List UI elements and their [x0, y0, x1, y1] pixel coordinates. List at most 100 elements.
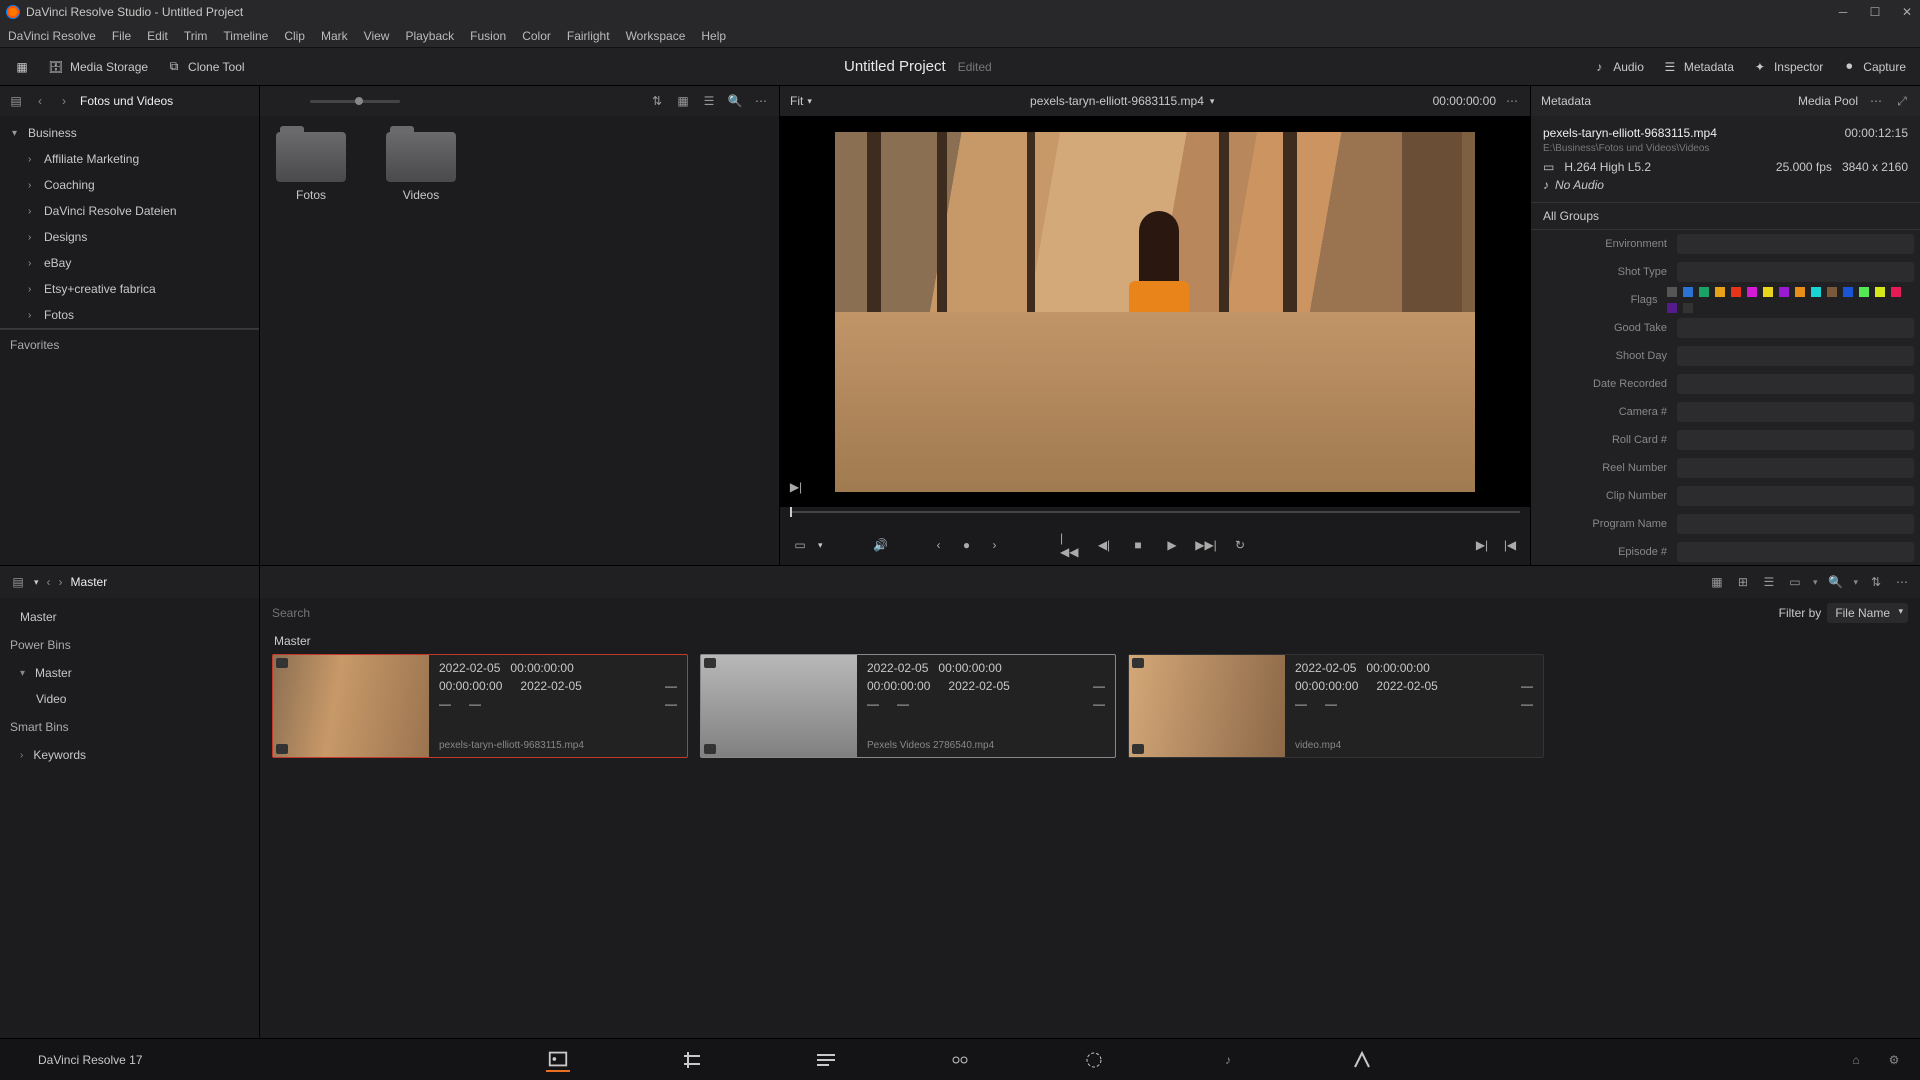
- menu-davinci-resolve[interactable]: DaVinci Resolve: [8, 29, 96, 43]
- bins-fwd[interactable]: ›: [59, 575, 63, 589]
- menu-help[interactable]: Help: [701, 29, 726, 43]
- fusion-page-button[interactable]: [948, 1048, 972, 1072]
- jog-back-icon[interactable]: ‹: [929, 535, 949, 555]
- menu-playback[interactable]: Playback: [405, 29, 454, 43]
- home-button[interactable]: ⌂: [1844, 1048, 1868, 1072]
- video-preview[interactable]: ▶|: [780, 116, 1530, 507]
- power-bin-master[interactable]: ▾Master: [0, 660, 259, 686]
- thumbnail-size-slider[interactable]: [310, 100, 400, 103]
- go-end-button[interactable]: ▶▶|: [1196, 535, 1216, 555]
- power-bin-video[interactable]: Video: [0, 686, 259, 712]
- media-pool-tab[interactable]: Media Pool: [1798, 94, 1858, 108]
- bins-back[interactable]: ‹: [47, 575, 51, 589]
- zoom-fit-dropdown[interactable]: Fit▾: [790, 94, 812, 108]
- match-frame-icon[interactable]: ▶|: [1472, 535, 1492, 555]
- viewer-clip-name[interactable]: pexels-taryn-elliott-9683115.mp4: [1030, 94, 1204, 108]
- pool-sort-icon[interactable]: ⇅: [1868, 574, 1884, 590]
- tree-item-davinci-resolve-dateien[interactable]: ›DaVinci Resolve Dateien: [0, 198, 259, 224]
- close-button[interactable]: ✕: [1900, 5, 1914, 19]
- pool-view-mode-icon[interactable]: ▭: [1787, 574, 1803, 590]
- viewer-options-icon[interactable]: ⋯: [1504, 93, 1520, 109]
- filter-dropdown[interactable]: File Name: [1827, 603, 1908, 623]
- menu-file[interactable]: File: [112, 29, 131, 43]
- folder-videos[interactable]: Videos: [386, 132, 456, 202]
- pool-thumbview-icon[interactable]: ▦: [1709, 574, 1725, 590]
- go-start-button[interactable]: |◀◀: [1060, 535, 1080, 555]
- grid-view-icon[interactable]: ▦: [675, 93, 691, 109]
- play-button[interactable]: ▶: [1162, 535, 1182, 555]
- tree-item-fotos-und-videos[interactable]: ▾Fotos und Videos: [0, 328, 259, 329]
- menu-fusion[interactable]: Fusion: [470, 29, 506, 43]
- step-back-button[interactable]: ◀|: [1094, 535, 1114, 555]
- maximize-button[interactable]: ☐: [1868, 5, 1882, 19]
- tree-item-affiliate-marketing[interactable]: ›Affiliate Marketing: [0, 146, 259, 172]
- bins-sidebar-icon[interactable]: ▤: [10, 574, 26, 590]
- pool-listview-icon[interactable]: ☰: [1761, 574, 1777, 590]
- search-input[interactable]: [272, 606, 1767, 620]
- layout-toggle[interactable]: ▦: [14, 59, 30, 75]
- menu-color[interactable]: Color: [522, 29, 551, 43]
- pool-options-icon[interactable]: ⋯: [1894, 574, 1910, 590]
- viewer-timecode[interactable]: 00:00:00:00: [1433, 94, 1496, 108]
- pool-stripview-icon[interactable]: ⊞: [1735, 574, 1751, 590]
- scrubber[interactable]: [780, 507, 1530, 525]
- fairlight-page-button[interactable]: ♪: [1216, 1048, 1240, 1072]
- mark-in-icon[interactable]: ▶|: [786, 477, 806, 497]
- menu-view[interactable]: View: [364, 29, 390, 43]
- color-page-button[interactable]: [1082, 1048, 1106, 1072]
- jog-dot-icon[interactable]: ●: [957, 535, 977, 555]
- master-label[interactable]: Master: [71, 575, 108, 589]
- tree-item-fotos[interactable]: ›Fotos: [0, 302, 259, 328]
- metadata-group[interactable]: All Groups: [1531, 203, 1920, 230]
- deliver-page-button[interactable]: [1350, 1048, 1374, 1072]
- viewer-mode-icon[interactable]: ▭: [790, 535, 810, 555]
- tree-item-ebay[interactable]: ›eBay: [0, 250, 259, 276]
- nav-forward-button[interactable]: ›: [56, 94, 72, 108]
- tree-item-coaching[interactable]: ›Coaching: [0, 172, 259, 198]
- menu-edit[interactable]: Edit: [147, 29, 168, 43]
- inspector-panel-button[interactable]: ✦Inspector: [1752, 59, 1823, 75]
- sort-icon[interactable]: ⇅: [649, 93, 665, 109]
- flag-swatches[interactable]: [1667, 284, 1914, 316]
- stop-button[interactable]: ■: [1128, 535, 1148, 555]
- jog-fwd-icon[interactable]: ›: [985, 535, 1005, 555]
- audio-panel-button[interactable]: ♪Audio: [1591, 59, 1644, 75]
- menu-workspace[interactable]: Workspace: [626, 29, 686, 43]
- minimize-button[interactable]: ─: [1836, 5, 1850, 19]
- nav-back-button[interactable]: ‹: [32, 94, 48, 108]
- settings-button[interactable]: ⚙: [1882, 1048, 1906, 1072]
- search-icon[interactable]: 🔍: [727, 93, 743, 109]
- pool-search-icon[interactable]: 🔍: [1827, 574, 1843, 590]
- metadata-panel-button[interactable]: ☰Metadata: [1662, 59, 1734, 75]
- clip-item[interactable]: 2022-02-0500:00:00:0000:00:00:002022-02-…: [272, 654, 688, 758]
- menu-timeline[interactable]: Timeline: [223, 29, 268, 43]
- folder-fotos[interactable]: Fotos: [276, 132, 346, 202]
- tree-item-business[interactable]: ▾Business: [0, 120, 259, 146]
- media-page-button[interactable]: [546, 1048, 570, 1072]
- sidebar-toggle-icon[interactable]: ▤: [8, 93, 24, 109]
- metadata-expand-icon[interactable]: ⤢: [1894, 93, 1910, 109]
- menu-mark[interactable]: Mark: [321, 29, 348, 43]
- loop-button[interactable]: ↻: [1230, 535, 1250, 555]
- tree-item-designs[interactable]: ›Designs: [0, 224, 259, 250]
- clip-item[interactable]: 2022-02-0500:00:00:0000:00:00:002022-02-…: [700, 654, 1116, 758]
- clone-tool-icon: ⧉: [166, 59, 182, 75]
- clone-tool-button[interactable]: ⧉ Clone Tool: [166, 59, 244, 75]
- clip-item[interactable]: 2022-02-0500:00:00:0000:00:00:002022-02-…: [1128, 654, 1544, 758]
- metadata-options-icon[interactable]: ⋯: [1868, 93, 1884, 109]
- menu-clip[interactable]: Clip: [284, 29, 305, 43]
- volume-icon[interactable]: 🔊: [871, 535, 891, 555]
- master-bin[interactable]: Master: [0, 604, 259, 630]
- edit-page-button[interactable]: [814, 1048, 838, 1072]
- cut-page-button[interactable]: [680, 1048, 704, 1072]
- media-storage-button[interactable]: 🗄 Media Storage: [48, 59, 148, 75]
- menu-fairlight[interactable]: Fairlight: [567, 29, 610, 43]
- list-view-icon[interactable]: ☰: [701, 93, 717, 109]
- meta-field-reel-number: Reel Number: [1531, 454, 1920, 482]
- tree-item-etsy-creative-fabrica[interactable]: ›Etsy+creative fabrica: [0, 276, 259, 302]
- insert-icon[interactable]: |◀: [1500, 535, 1520, 555]
- capture-panel-button[interactable]: ⏺Capture: [1841, 59, 1906, 75]
- menu-trim[interactable]: Trim: [184, 29, 208, 43]
- options-icon[interactable]: ⋯: [753, 93, 769, 109]
- smart-bin-keywords[interactable]: ›Keywords: [0, 742, 259, 768]
